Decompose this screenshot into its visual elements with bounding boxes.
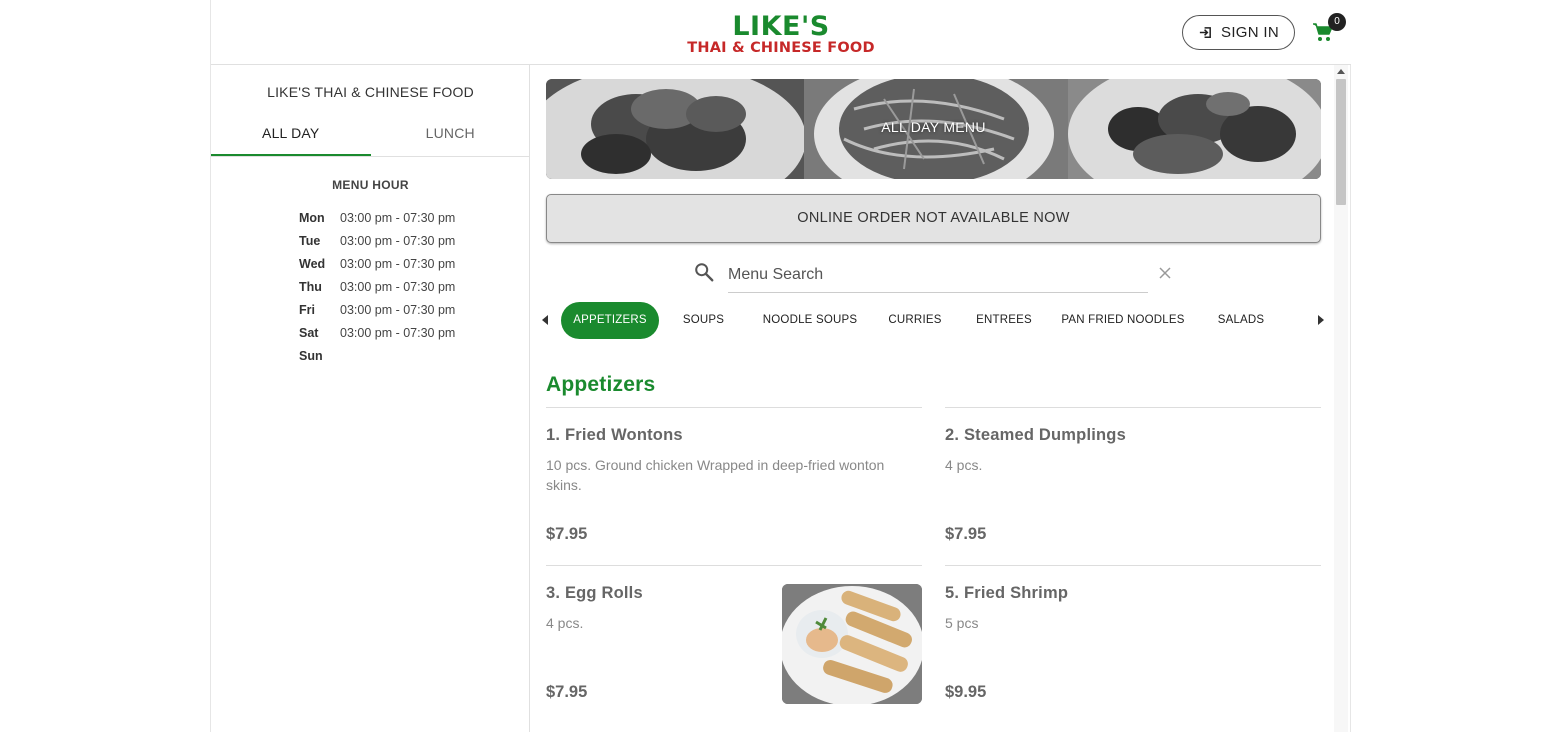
menu-item[interactable]: 1. Fried Wontons 10 pcs. Ground chicken … xyxy=(546,407,922,565)
hour-time: 03:00 pm - 07:30 pm xyxy=(340,234,456,248)
hour-row: Sun xyxy=(299,349,455,372)
header: LIKE'S THAI & CHINESE FOOD SIGN IN 0 xyxy=(211,0,1351,65)
category-noodle-soups[interactable]: NOODLE SOUPS xyxy=(756,302,864,339)
item-price: $7.95 xyxy=(546,525,588,543)
hour-row: Thu 03:00 pm - 07:30 pm xyxy=(299,280,455,303)
hour-day: Sun xyxy=(299,349,323,363)
scroll-left-icon[interactable] xyxy=(542,315,548,325)
hour-row: Wed 03:00 pm - 07:30 pm xyxy=(299,257,455,280)
menu-search xyxy=(693,253,1175,293)
menu-tabs: ALL DAY LUNCH xyxy=(211,117,530,157)
category-curries[interactable]: CURRIES xyxy=(881,302,949,339)
item-name: 5. Fried Shrimp xyxy=(945,584,1069,602)
category-soups[interactable]: SOUPS xyxy=(671,302,736,339)
hour-time: 03:00 pm - 07:30 pm xyxy=(340,280,456,294)
menu-hours-list: Mon 03:00 pm - 07:30 pm Tue 03:00 pm - 0… xyxy=(299,211,455,372)
sidebar: LIKE'S THAI & CHINESE FOOD ALL DAY LUNCH… xyxy=(211,65,530,732)
menu-item[interactable]: 2. Steamed Dumplings 4 pcs. $7.95 xyxy=(945,407,1321,565)
hour-row: Mon 03:00 pm - 07:30 pm xyxy=(299,211,455,234)
item-name: 2. Steamed Dumplings xyxy=(945,426,1126,444)
search-icon xyxy=(695,263,714,282)
hour-time: 03:00 pm - 07:30 pm xyxy=(340,326,456,340)
hour-row: Sat 03:00 pm - 07:30 pm xyxy=(299,326,455,349)
logo-main-text: LIKE'S xyxy=(732,11,830,42)
section-title: Appetizers xyxy=(546,373,656,396)
logo[interactable]: LIKE'S THAI & CHINESE FOOD xyxy=(681,11,881,56)
sign-in-label: SIGN IN xyxy=(1221,24,1279,41)
search-input[interactable] xyxy=(728,257,1148,293)
page-frame: LIKE'S THAI & CHINESE FOOD SIGN IN 0 LIK… xyxy=(210,0,1351,732)
hour-time: 03:00 pm - 07:30 pm xyxy=(340,257,456,271)
sign-in-button[interactable]: SIGN IN xyxy=(1182,15,1295,50)
tab-lunch[interactable]: LUNCH xyxy=(371,117,531,156)
menu-item[interactable]: 3. Egg Rolls 4 pcs. $7.95 xyxy=(546,565,922,723)
hour-day: Mon xyxy=(299,211,325,225)
banner-title: ALL DAY MENU xyxy=(881,119,986,135)
login-icon xyxy=(1199,27,1211,38)
scroll-right-icon[interactable] xyxy=(1318,315,1324,325)
hour-day: Sat xyxy=(299,326,319,340)
hour-time: 03:00 pm - 07:30 pm xyxy=(340,211,456,225)
main-content: ALL DAY MENU ONLINE ORDER NOT AVAILABLE … xyxy=(531,65,1351,732)
item-price: $9.95 xyxy=(945,683,987,701)
hour-day: Thu xyxy=(299,280,322,294)
item-price: $7.95 xyxy=(546,683,588,701)
hour-day: Wed xyxy=(299,257,326,271)
hour-time: 03:00 pm - 07:30 pm xyxy=(340,303,456,317)
item-description: 4 pcs. xyxy=(945,457,983,473)
menu-item[interactable]: 5. Fried Shrimp 5 pcs $9.95 xyxy=(945,565,1321,723)
menu-hour-title: MENU HOUR xyxy=(332,178,409,192)
cart-count-badge: 0 xyxy=(1328,13,1346,31)
category-pan-fried-noodles[interactable]: PAN FRIED NOODLES xyxy=(1059,302,1187,339)
hour-day: Fri xyxy=(299,303,315,317)
scrollbar-thumb[interactable] xyxy=(1336,79,1346,205)
restaurant-name: LIKE'S THAI & CHINESE FOOD xyxy=(267,84,474,100)
hour-day: Tue xyxy=(299,234,321,248)
category-bar: APPETIZERS SOUPS NOODLE SOUPS CURRIES EN… xyxy=(531,302,1331,342)
item-price: $7.95 xyxy=(945,525,987,543)
online-order-status[interactable]: ONLINE ORDER NOT AVAILABLE NOW xyxy=(546,194,1321,243)
hour-row: Tue 03:00 pm - 07:30 pm xyxy=(299,234,455,257)
category-salads[interactable]: SALADS xyxy=(1208,302,1274,339)
item-description: 5 pcs xyxy=(945,615,979,631)
category-appetizers[interactable]: APPETIZERS xyxy=(561,302,659,339)
tab-all-day[interactable]: ALL DAY xyxy=(211,117,371,156)
hour-row: Fri 03:00 pm - 07:30 pm xyxy=(299,303,455,326)
menu-banner: ALL DAY MENU xyxy=(546,79,1321,179)
item-name: 1. Fried Wontons xyxy=(546,426,683,444)
item-image xyxy=(782,584,922,704)
category-entrees[interactable]: ENTREES xyxy=(968,302,1040,339)
scrollbar[interactable] xyxy=(1334,65,1348,732)
logo-sub-text: THAI & CHINESE FOOD xyxy=(687,40,875,56)
item-name: 3. Egg Rolls xyxy=(546,584,643,602)
close-icon[interactable] xyxy=(1157,265,1173,281)
item-description: 10 pcs. Ground chicken Wrapped in deep-f… xyxy=(546,457,885,493)
scroll-up-icon[interactable] xyxy=(1337,69,1345,74)
